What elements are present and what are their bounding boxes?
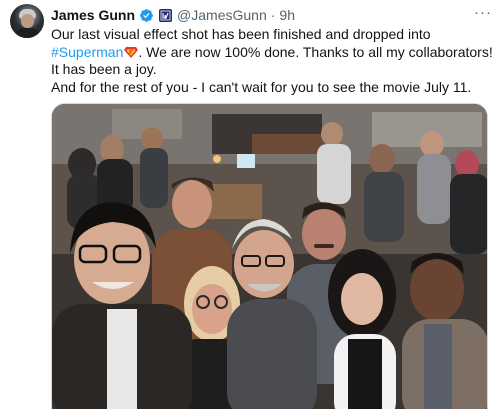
separator: ·	[270, 7, 276, 23]
tweet-text-segment: . We are now 100% done. Thanks to all my…	[138, 43, 493, 60]
group-selfie-image	[52, 104, 487, 409]
more-icon[interactable]: ···	[472, 2, 494, 22]
tweet-text: Our last visual effect shot has been fin…	[51, 26, 496, 96]
tweet-timestamp[interactable]: 9h	[279, 7, 295, 23]
tweet-text-line: And for the rest of you - I can't wait f…	[51, 78, 472, 95]
tweet-text-line: It has been a joy.	[51, 61, 157, 77]
author-handle[interactable]: @JamesGunn	[177, 7, 267, 23]
affiliate-badge-icon[interactable]	[159, 8, 173, 22]
user-avatar[interactable]	[10, 4, 44, 38]
hashtag-link[interactable]: #Superman	[51, 44, 123, 60]
author-name[interactable]: James Gunn	[51, 7, 135, 23]
tweet[interactable]: James Gunn @JamesGunn · 9h ··· Our last …	[0, 0, 502, 409]
verified-badge-icon	[140, 8, 153, 22]
superman-emoji-icon	[124, 46, 139, 58]
tweet-photo[interactable]	[51, 103, 488, 409]
tweet-text-line: #Superman . We are now 100% done. Thanks …	[51, 44, 496, 62]
tweet-text-line: Our last visual effect shot has been fin…	[51, 26, 431, 42]
tweet-header: James Gunn @JamesGunn · 9h	[51, 6, 295, 24]
